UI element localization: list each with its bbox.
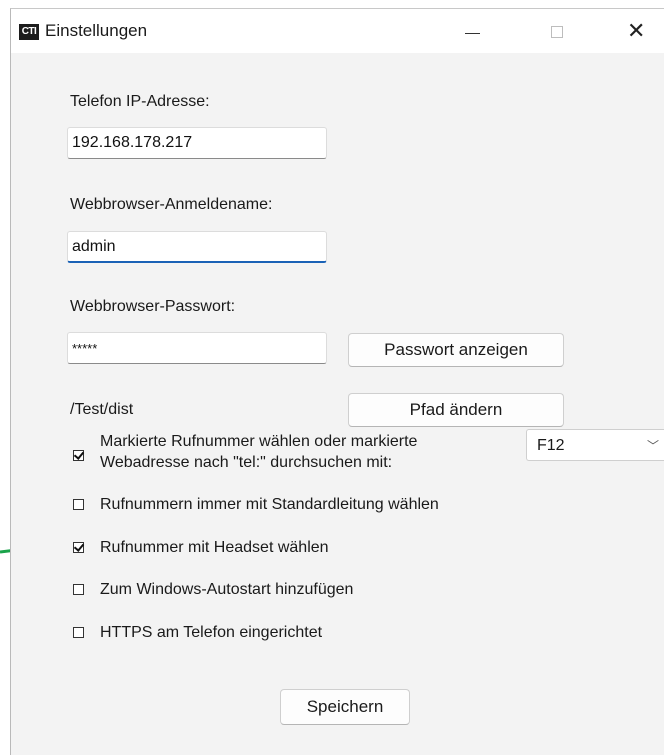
close-button[interactable]: ✕ — [605, 9, 664, 53]
window-title: Einstellungen — [45, 21, 148, 40]
path-text: /Test/dist — [70, 401, 134, 418]
web-user-input[interactable] — [67, 231, 327, 263]
dial-marked-label-line1: Markierte Rufnummer wählen oder markiert… — [100, 433, 418, 450]
settings-window: CTI Einstellungen ✕ Telefon IP-Adresse: … — [10, 8, 664, 755]
show-password-button[interactable]: Passwort anzeigen — [348, 333, 564, 367]
autostart-checkbox[interactable] — [73, 584, 84, 595]
change-path-button[interactable]: Pfad ändern — [348, 393, 564, 427]
https-label: HTTPS am Telefon eingerichtet — [100, 624, 323, 641]
web-password-input[interactable] — [67, 332, 327, 364]
autostart-label: Zum Windows-Autostart hinzufügen — [100, 581, 354, 598]
save-button[interactable]: Speichern — [280, 689, 410, 725]
title-bar: CTI Einstellungen ✕ — [11, 9, 664, 53]
hotkey-select[interactable]: F12 ﹀ — [526, 429, 664, 461]
close-icon: ✕ — [627, 19, 646, 44]
maximize-icon — [551, 26, 563, 38]
headset-label: Rufnummer mit Headset wählen — [100, 539, 329, 556]
hotkey-select-value: F12 — [537, 437, 565, 454]
minimize-button[interactable] — [441, 9, 501, 53]
maximize-button[interactable] — [527, 9, 587, 53]
minimize-icon — [465, 33, 480, 34]
dial-marked-label-line2: Webadresse nach "tel:" durchsuchen mit: — [100, 454, 393, 471]
always-default-line-checkbox[interactable] — [73, 499, 84, 510]
chevron-down-icon: ﹀ — [647, 439, 660, 453]
phone-ip-input[interactable] — [67, 127, 327, 159]
https-checkbox[interactable] — [73, 627, 84, 638]
phone-ip-label: Telefon IP-Adresse: — [70, 93, 210, 110]
dial-marked-checkbox[interactable] — [73, 450, 84, 461]
app-icon: CTI — [19, 24, 39, 40]
always-default-line-label: Rufnummern immer mit Standardleitung wäh… — [100, 496, 439, 513]
web-password-label: Webbrowser-Passwort: — [70, 298, 236, 315]
web-user-label: Webbrowser-Anmeldename: — [70, 196, 273, 213]
headset-checkbox[interactable] — [73, 542, 84, 553]
